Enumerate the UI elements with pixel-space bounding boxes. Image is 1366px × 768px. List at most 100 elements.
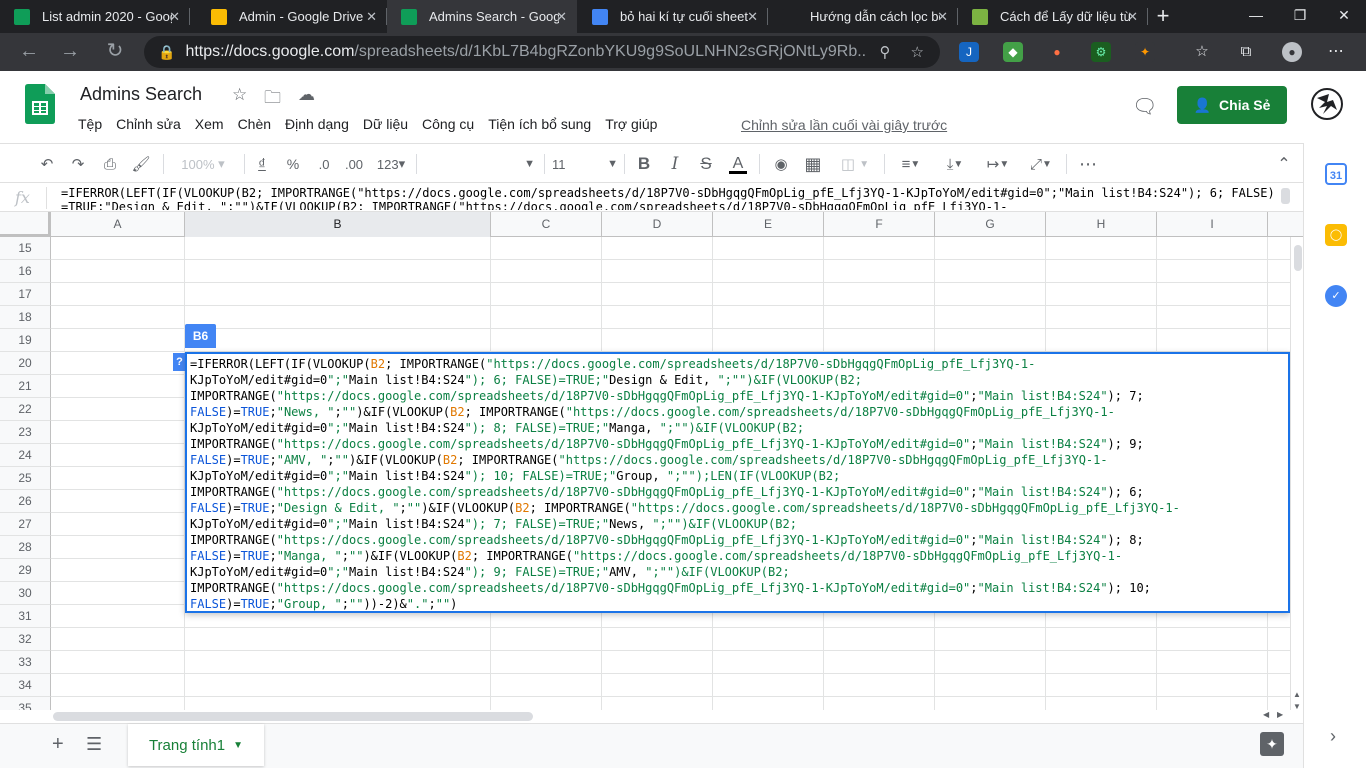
row-header[interactable]: 19 [0,329,51,352]
tasks-icon[interactable]: ✓ [1325,285,1347,307]
close-window-button[interactable]: ✕ [1322,0,1366,33]
reload-icon[interactable]: ↻ [101,39,129,65]
row-header[interactable]: 33 [0,651,51,674]
reading-list-icon[interactable]: ☆ [1192,42,1212,62]
borders-icon[interactable]: ▦ [802,152,824,176]
row-header[interactable]: 18 [0,306,51,329]
tab-close-icon[interactable]: ✕ [1127,9,1138,25]
column-header[interactable]: I [1157,212,1268,237]
menu-item[interactable]: Trợ giúp [599,116,665,132]
row-header[interactable]: 34 [0,674,51,697]
row-header[interactable]: 22 [0,398,51,421]
redo-icon[interactable]: ↷ [67,152,89,176]
collapse-menus-icon[interactable]: ⌃ [1272,152,1296,176]
spreadsheet-grid[interactable]: ABCDEFGHI 15 16 17 18 19 20 21 22 23 24 25 26 27 28 29… [0,212,1303,710]
menu-item[interactable]: Tiện ích bổ sung [482,116,599,132]
restore-button[interactable]: ❐ [1278,0,1322,33]
column-header[interactable]: H [1046,212,1157,237]
minimize-button[interactable]: — [1234,0,1278,33]
extension-colorful-icon[interactable]: ◆ [1003,42,1023,62]
back-icon[interactable]: ← [15,39,43,65]
browser-menu-icon[interactable]: ⋯ [1326,42,1346,62]
move-folder-icon[interactable]: 🗀 [264,85,281,114]
column-header[interactable]: B [185,212,491,237]
tab-close-icon[interactable]: ✕ [747,9,758,25]
menu-item[interactable]: Dữ liệu [357,116,416,132]
horizontal-align-icon[interactable]: ≡ ▼ [893,152,929,176]
row-header[interactable]: 15 [0,237,51,260]
row-header[interactable]: 32 [0,628,51,651]
scroll-up-icon[interactable]: ▲ [1293,690,1301,699]
column-header[interactable]: G [935,212,1046,237]
star-icon[interactable]: ☆ [232,85,247,105]
row-header[interactable]: 21 [0,375,51,398]
row-header[interactable]: 35 [0,697,51,710]
tab-close-icon[interactable]: ✕ [169,9,180,25]
row-header[interactable]: 25 [0,467,51,490]
menu-item[interactable]: Chỉnh sửa [110,116,189,132]
explore-icon[interactable]: ✦ [1260,732,1284,756]
browser-tab[interactable]: Hướng dẫn cách lọc bỏ ✕ [768,0,958,33]
profile-icon[interactable]: ● [1282,42,1302,62]
forward-icon[interactable]: → [56,39,84,65]
tab-close-icon[interactable]: ✕ [937,9,948,25]
vertical-scroll-thumb[interactable] [1294,245,1302,271]
sheets-logo-icon[interactable] [25,84,55,124]
column-header[interactable]: D [602,212,713,237]
collections-icon[interactable]: ⧉ [1236,42,1256,62]
row-header[interactable]: 20 [0,352,51,375]
calendar-icon[interactable]: 31 [1325,163,1347,185]
scroll-right-icon[interactable]: ▶ [1277,710,1283,719]
row-header[interactable]: 29 [0,559,51,582]
currency-format-button[interactable]: ₫ [252,152,272,176]
merge-cells-icon[interactable]: ◫ ▼ [834,152,876,176]
zoom-select[interactable]: 100% ▾ [172,152,234,176]
vertical-align-icon[interactable]: ⤓ ▼ [937,152,973,176]
formula-scrollbar[interactable] [1281,188,1290,204]
browser-tab[interactable]: Admins Search - Googl ✕ [387,0,577,33]
scroll-down-icon[interactable]: ▼ [1293,702,1301,710]
row-header[interactable]: 23 [0,421,51,444]
font-family-select[interactable]: ▼ [420,152,535,176]
row-header[interactable]: 17 [0,283,51,306]
more-tools-icon[interactable]: ⋯ [1076,152,1100,176]
row-header[interactable]: 26 [0,490,51,513]
extension-j-icon[interactable]: J [959,42,979,62]
cell-formula-editor[interactable]: =IFERROR(LEFT(IF(VLOOKUP(B2; IMPORTRANGE… [185,352,1290,613]
row-header[interactable]: 31 [0,605,51,628]
horizontal-scrollbar[interactable]: ◀ ▶ [51,710,1290,723]
comment-history-icon[interactable]: 🗨 [1132,94,1157,119]
text-rotation-icon[interactable]: ⤢ ▼ [1022,152,1060,176]
extension-gear-icon[interactable]: ⚙ [1091,42,1111,62]
column-header[interactable]: A [51,212,185,237]
text-color-button[interactable]: A [727,152,749,176]
scroll-left-icon[interactable]: ◀ [1263,710,1269,719]
formula-input[interactable]: =IFERROR(LEFT(IF(VLOOKUP(B2; IMPORTRANGE… [61,186,1281,210]
document-title[interactable]: Admins Search [80,84,202,105]
browser-tab[interactable]: Cách để Lấy dữ liệu từ ✕ [958,0,1148,33]
text-wrap-icon[interactable]: ↦ ▼ [980,152,1016,176]
row-header[interactable]: 30 [0,582,51,605]
column-header[interactable]: E [713,212,824,237]
paint-format-icon[interactable]: 🖌 [130,152,152,176]
menu-item[interactable]: Xem [189,116,232,132]
all-sheets-icon[interactable]: ☰ [86,734,102,755]
horizontal-scroll-thumb[interactable] [53,712,533,721]
expand-panel-icon[interactable]: › [1330,726,1336,747]
row-header[interactable]: 27 [0,513,51,536]
row-header[interactable]: 16 [0,260,51,283]
more-formats-select[interactable]: 123 ▾ [372,152,410,176]
extension-fox-icon[interactable]: ● [1047,42,1067,62]
menu-item[interactable]: Chèn [232,116,279,132]
italic-button[interactable]: I [665,152,685,176]
menu-item[interactable]: Tệp [72,116,110,132]
select-all-corner[interactable] [0,212,51,237]
undo-icon[interactable]: ↶ [36,152,58,176]
increase-decimal-button[interactable]: .00 [341,152,367,176]
sheet-tab-menu-icon[interactable]: ▼ [233,740,243,751]
row-header[interactable]: 28 [0,536,51,559]
fill-color-icon[interactable]: ◉ [770,152,792,176]
keep-icon[interactable]: ◯ [1325,224,1347,246]
sheet-tab-active[interactable]: Trang tính1 ▼ [128,724,264,766]
url-text[interactable]: https://docs.google.com/spreadsheets/d/1… [185,43,865,61]
